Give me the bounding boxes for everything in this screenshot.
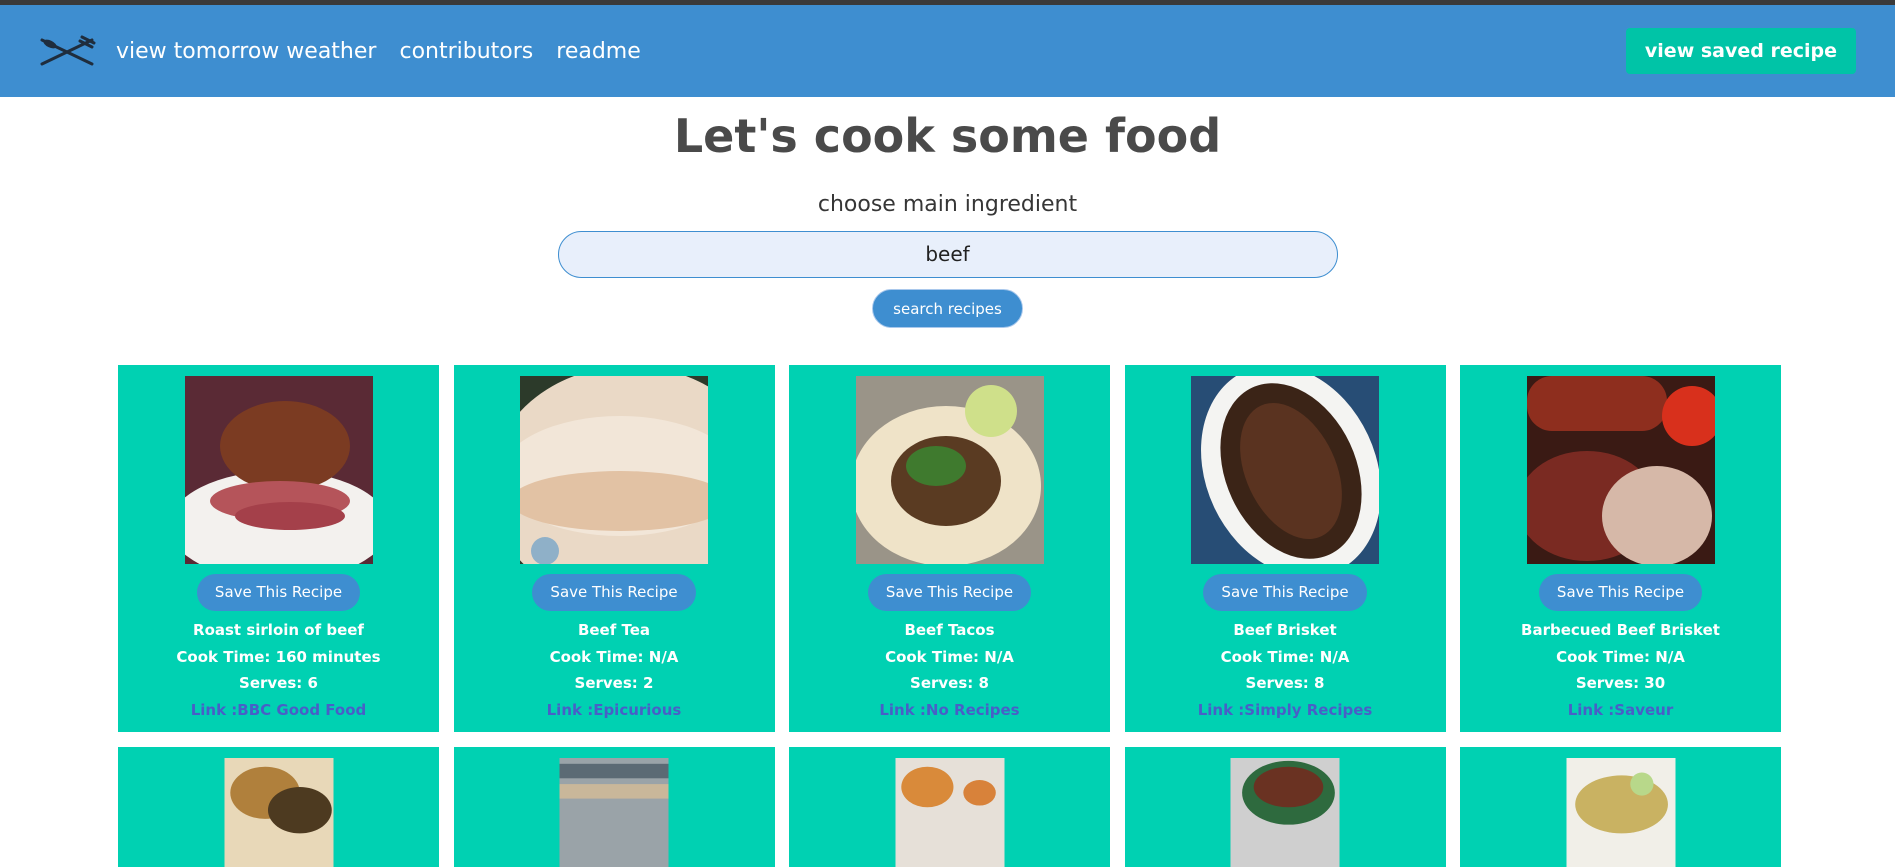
recipe-card <box>118 747 439 867</box>
recipe-image <box>224 758 333 867</box>
recipe-cook-time: Cook Time: N/A <box>549 647 679 666</box>
view-saved-recipe-button[interactable]: view saved recipe <box>1625 28 1856 74</box>
recipe-card: Save This Recipe Roast sirloin of beef C… <box>118 365 439 732</box>
recipe-info: Beef Tea Cook Time: N/A Serves: 2 Link :… <box>547 617 682 723</box>
recipe-serves: Serves: 30 <box>1575 674 1666 692</box>
recipe-info: Roast sirloin of beef Cook Time: 160 min… <box>176 617 380 723</box>
recipe-card <box>453 747 775 867</box>
recipe-card: Save This Recipe Barbecued Beef Brisket … <box>1460 365 1781 732</box>
recipe-serves: Serves: 2 <box>574 674 654 692</box>
recipe-image <box>1230 758 1340 867</box>
recipe-source-link[interactable]: Link :No Recipes <box>879 701 1019 719</box>
recipe-image <box>520 376 708 564</box>
recipe-name: Beef Tacos <box>904 621 995 639</box>
recipe-card <box>1124 747 1446 867</box>
recipe-info: Barbecued Beef Brisket Cook Time: N/A Se… <box>1521 617 1720 723</box>
save-recipe-button[interactable]: Save This Recipe <box>196 574 361 611</box>
recipe-image <box>184 376 373 564</box>
recipe-image <box>895 758 1004 867</box>
search-recipes-button[interactable]: search recipes <box>872 289 1023 328</box>
recipe-card <box>1460 747 1781 867</box>
recipe-cook-time: Cook Time: N/A <box>1220 647 1350 666</box>
recipe-image <box>559 758 669 867</box>
recipe-serves: Serves: 8 <box>910 674 989 692</box>
recipe-name: Beef Tea <box>577 621 651 639</box>
nav-link-readme[interactable]: readme <box>556 39 641 64</box>
recipe-source-link[interactable]: Link :BBC Good Food <box>191 701 367 719</box>
recipe-card: Save This Recipe Beef Tea Cook Time: N/A… <box>453 365 775 732</box>
recipe-card: Save This Recipe Beef Brisket Cook Time:… <box>1124 365 1446 732</box>
navbar: view tomorrow weather contributors readm… <box>0 5 1895 97</box>
save-recipe-button[interactable]: Save This Recipe <box>1538 574 1703 611</box>
recipe-name: Beef Brisket <box>1233 621 1337 639</box>
fork-knife-icon[interactable] <box>38 31 100 71</box>
recipe-grid: Save This Recipe Roast sirloin of beef C… <box>118 365 1781 867</box>
recipe-info: Beef Brisket Cook Time: N/A Serves: 8 Li… <box>1198 617 1373 723</box>
nav-link-weather[interactable]: view tomorrow weather <box>116 39 376 64</box>
recipe-name: Roast sirloin of beef <box>193 621 364 639</box>
recipe-source-link[interactable]: Link :Simply Recipes <box>1198 701 1373 719</box>
recipe-source-link[interactable]: Link :Saveur <box>1568 701 1674 719</box>
search-section: Let's cook some food choose main ingredi… <box>0 107 1895 328</box>
page-title: Let's cook some food <box>673 109 1222 163</box>
recipe-card: Save This Recipe Beef Tacos Cook Time: N… <box>789 365 1110 732</box>
recipe-serves: Serves: 8 <box>1245 674 1325 692</box>
recipe-info: Beef Tacos Cook Time: N/A Serves: 8 Link… <box>879 617 1019 723</box>
recipe-image <box>1526 376 1715 564</box>
recipe-cook-time: Cook Time: N/A <box>885 647 1014 666</box>
recipe-serves: Serves: 6 <box>239 674 318 692</box>
recipe-image <box>1566 758 1675 867</box>
recipe-cook-time: Cook Time: N/A <box>1556 647 1685 666</box>
recipe-image <box>1191 376 1379 564</box>
recipe-card <box>789 747 1110 867</box>
recipe-cook-time: Cook Time: 160 minutes <box>176 647 381 666</box>
nav-link-contributors[interactable]: contributors <box>399 39 533 64</box>
ingredient-search-input[interactable]: beef <box>557 231 1338 278</box>
recipe-name: Barbecued Beef Brisket <box>1521 621 1720 639</box>
save-recipe-button[interactable]: Save This Recipe <box>532 574 696 611</box>
save-recipe-button[interactable]: Save This Recipe <box>867 574 1032 611</box>
ingredient-label: choose main ingredient <box>817 192 1078 217</box>
save-recipe-button[interactable]: Save This Recipe <box>1203 574 1367 611</box>
recipe-source-link[interactable]: Link :Epicurious <box>547 701 682 719</box>
recipe-image <box>855 376 1044 564</box>
